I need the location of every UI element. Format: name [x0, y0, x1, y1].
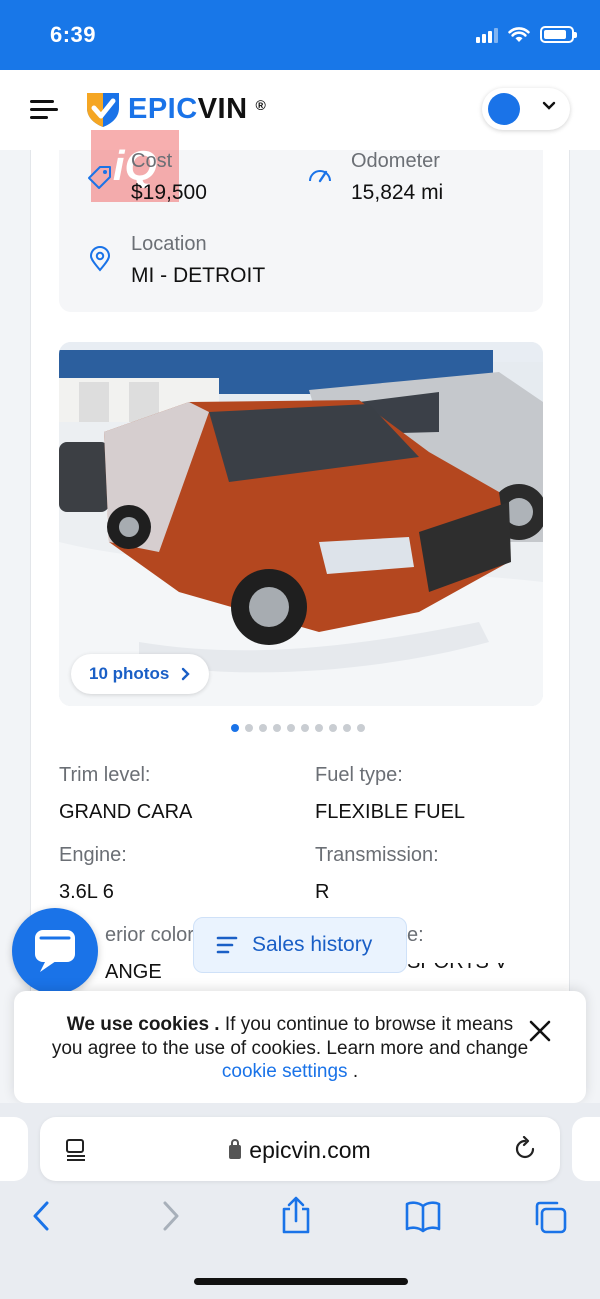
- transmission-value: R: [315, 881, 330, 903]
- logo-text-vin: VIN: [197, 92, 248, 125]
- url-text: epicvin.com: [249, 1137, 371, 1163]
- trim-value: GRAND CARA: [59, 801, 193, 823]
- odometer-label: Odometer: [351, 150, 440, 172]
- engine-value: 3.6L 6: [59, 881, 114, 903]
- spec-transmission: Transmission: R: [315, 844, 439, 904]
- cost-value: $19,500: [131, 181, 207, 204]
- close-icon[interactable]: [528, 1019, 552, 1043]
- chevron-down-icon: [542, 101, 556, 110]
- logo-shield-icon: [87, 93, 119, 127]
- cellular-signal-icon: [476, 27, 498, 43]
- car-photo-illustration: [59, 342, 543, 706]
- forward-button[interactable]: [160, 1199, 182, 1238]
- photo-pagination-dots[interactable]: [231, 724, 365, 732]
- cookie-settings-link[interactable]: cookie settings: [222, 1061, 348, 1082]
- body-style-value: SPORTS V: [407, 951, 508, 973]
- pagination-dot[interactable]: [343, 724, 351, 732]
- logo-text-epic: EPIC: [128, 92, 198, 125]
- battery-icon: [540, 26, 577, 43]
- sales-history-button[interactable]: Sales history: [193, 917, 407, 973]
- epicvin-logo[interactable]: EPICVIN ®: [84, 90, 266, 128]
- spec-body-style: e: SPORTS V: [407, 924, 508, 974]
- lock-icon: [229, 1139, 242, 1159]
- transmission-label: Transmission:: [315, 844, 439, 866]
- previous-tab-peek[interactable]: [0, 1117, 28, 1181]
- view-photos-button[interactable]: 10 photos: [71, 654, 210, 694]
- wifi-icon: [508, 27, 530, 42]
- cost-label: Cost: [131, 150, 173, 172]
- bookmarks-button[interactable]: [404, 1199, 442, 1238]
- vehicle-photo[interactable]: 10 photos: [59, 342, 543, 706]
- pagination-dot[interactable]: [259, 724, 267, 732]
- share-icon: [282, 1196, 310, 1234]
- pagination-dot[interactable]: [357, 724, 365, 732]
- photos-button-label: 10 photos: [89, 664, 170, 683]
- reload-icon[interactable]: [512, 1136, 538, 1162]
- menu-icon[interactable]: [30, 100, 58, 124]
- back-button[interactable]: [30, 1199, 52, 1238]
- exterior-color-value: ANGE: [105, 961, 162, 983]
- account-dropdown[interactable]: [482, 88, 570, 130]
- spec-trim: Trim level: GRAND CARA: [59, 764, 192, 824]
- tabs-button[interactable]: [532, 1199, 568, 1240]
- chevron-left-icon: [33, 1201, 49, 1231]
- cookie-end-text: .: [347, 1061, 359, 1082]
- engine-label: Engine:: [59, 844, 127, 866]
- exterior-color-label: erior color:: [105, 924, 200, 946]
- location-value: MI - DETROIT: [131, 264, 266, 287]
- avatar: [488, 93, 520, 125]
- tabs-icon: [535, 1201, 567, 1234]
- pagination-dot[interactable]: [245, 724, 253, 732]
- status-bar: 6:39: [0, 0, 600, 70]
- pagination-dot[interactable]: [273, 724, 281, 732]
- pagination-dot[interactable]: [231, 724, 239, 732]
- share-button[interactable]: [280, 1195, 312, 1240]
- body-style-label: e:: [407, 924, 424, 946]
- status-time: 6:39: [50, 22, 97, 47]
- pagination-dot[interactable]: [301, 724, 309, 732]
- odometer-value: 15,824 mi: [351, 181, 444, 204]
- odometer-icon: [309, 170, 331, 183]
- spec-fuel: Fuel type: FLEXIBLE FUEL: [315, 764, 465, 824]
- spec-engine: Engine: 3.6L 6: [59, 844, 127, 904]
- pagination-dot[interactable]: [315, 724, 323, 732]
- vehicle-summary: iQ Cost $19,500 Odometer 15,824 mi Locat…: [59, 130, 543, 312]
- chevron-right-icon: [163, 1201, 179, 1231]
- address-bar[interactable]: epicvin.com: [40, 1117, 560, 1181]
- fuel-label: Fuel type:: [315, 764, 403, 786]
- browser-nav: [0, 1196, 600, 1249]
- book-icon: [405, 1201, 441, 1233]
- site-header: EPICVIN ®: [0, 70, 600, 150]
- list-icon: [216, 936, 238, 954]
- pagination-dot[interactable]: [287, 724, 295, 732]
- trim-label: Trim level:: [59, 764, 151, 786]
- url-display: epicvin.com: [40, 1137, 560, 1164]
- chat-button[interactable]: [12, 908, 98, 994]
- cookie-bold-text: We use cookies .: [66, 1014, 220, 1035]
- fuel-value: FLEXIBLE FUEL: [315, 801, 466, 823]
- pagination-dot[interactable]: [329, 724, 337, 732]
- cookie-message: We use cookies . If you continue to brow…: [50, 1013, 530, 1084]
- status-icons: [476, 26, 577, 43]
- cookie-banner: We use cookies . If you continue to brow…: [14, 991, 586, 1103]
- chat-bubble-icon: [35, 930, 75, 972]
- browser-toolbar: epicvin.com: [0, 1103, 600, 1299]
- sales-history-label: Sales history: [252, 933, 373, 956]
- spec-exterior-color: erior color: ANGE: [105, 924, 199, 984]
- next-tab-peek[interactable]: [572, 1117, 600, 1181]
- registered-mark: ®: [255, 97, 266, 113]
- location-label: Location: [131, 233, 207, 255]
- home-indicator[interactable]: [194, 1278, 408, 1285]
- chevron-right-icon: [182, 667, 190, 681]
- location-pin-icon: [89, 246, 111, 272]
- price-tag-icon: [88, 166, 111, 189]
